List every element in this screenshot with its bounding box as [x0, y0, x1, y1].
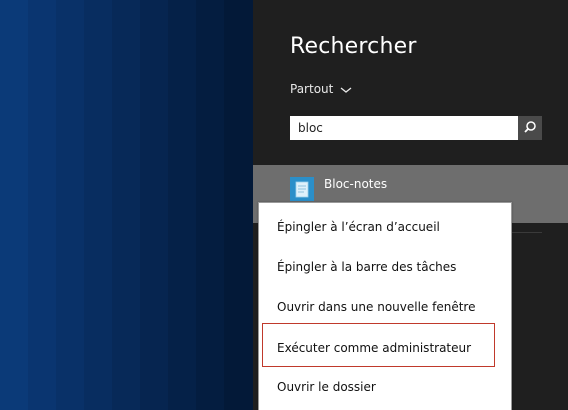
search-input[interactable] — [290, 116, 518, 140]
menu-item-pin-to-taskbar[interactable]: Épingler à la barre des tâches — [259, 251, 511, 283]
menu-item-open-folder[interactable]: Ouvrir le dossier — [259, 371, 511, 403]
search-scope-label: Partout — [290, 82, 334, 96]
search-scope-dropdown[interactable]: Partout — [290, 82, 353, 96]
windows-search-screen: Rechercher Partout bloc Bloc-notes Éping… — [0, 0, 568, 410]
search-box — [290, 116, 542, 140]
notepad-icon — [290, 177, 314, 201]
search-icon — [523, 119, 537, 138]
context-menu: Épingler à l’écran d’accueil Épingler à … — [258, 202, 512, 410]
chevron-down-icon — [339, 84, 353, 94]
start-screen-background — [0, 0, 253, 410]
search-button[interactable] — [518, 116, 542, 140]
menu-item-pin-to-start[interactable]: Épingler à l’écran d’accueil — [259, 211, 511, 243]
menu-item-open-new-window[interactable]: Ouvrir dans une nouvelle fenêtre — [259, 291, 511, 323]
search-result-label: Bloc-notes — [324, 177, 388, 191]
search-title: Rechercher — [290, 34, 417, 59]
menu-item-run-as-admin[interactable]: Exécuter comme administrateur — [259, 332, 511, 364]
